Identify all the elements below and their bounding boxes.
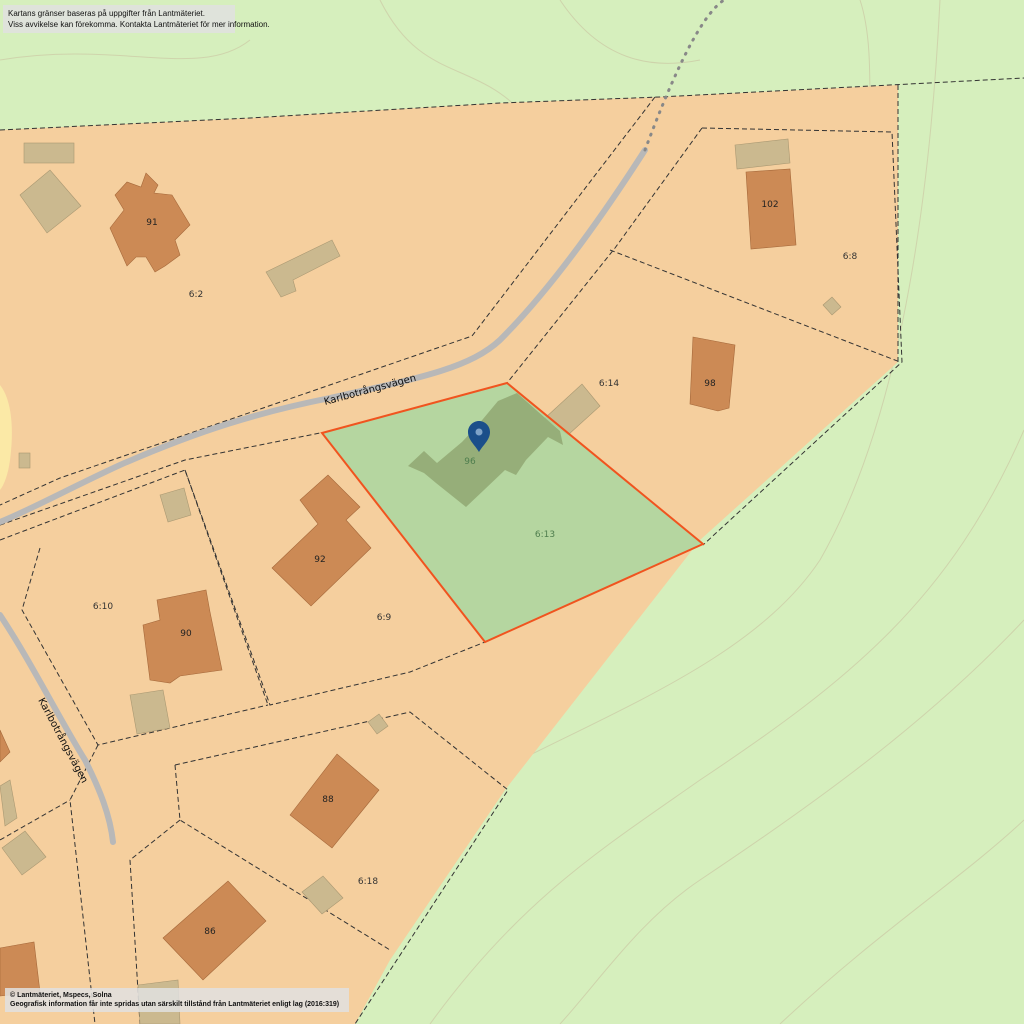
plot-label: 6:14 (599, 379, 619, 389)
building-label: 90 (180, 629, 192, 639)
copyright-line: © Lantmäteriet, Mspecs, Solna (10, 992, 112, 999)
plot-label: 6:8 (843, 252, 858, 262)
selected-building-label: 96 (464, 457, 476, 467)
disclaimer-line: Viss avvikelse kan förekomma. Kontakta L… (8, 20, 270, 29)
building-label: 98 (704, 379, 716, 389)
building-98 (689, 336, 736, 412)
copyright-notice: © Lantmäteriet, Mspecs, Solna Geografisk… (5, 988, 349, 1012)
plot-label: 6:18 (358, 877, 378, 887)
plot-label: 6:2 (189, 290, 203, 300)
plot-label: 6:13 (535, 530, 555, 540)
building-label: 88 (322, 795, 334, 805)
building-label: 102 (761, 200, 778, 210)
disclaimer-line: Kartans gränser baseras på uppgifter frå… (8, 9, 205, 18)
building-label: 92 (314, 555, 325, 565)
plot-label: 6:9 (377, 613, 392, 623)
plot-label: 6:10 (93, 602, 113, 612)
building-label: 86 (204, 927, 216, 937)
property-map[interactable]: 91 102 98 92 90 88 86 96 6:2 6:8 6:14 6:… (0, 0, 1024, 1024)
license-line: Geografisk information får inte spridas … (10, 1001, 340, 1008)
boundary-disclaimer: Kartans gränser baseras på uppgifter frå… (3, 5, 270, 33)
building-label: 91 (146, 218, 157, 228)
